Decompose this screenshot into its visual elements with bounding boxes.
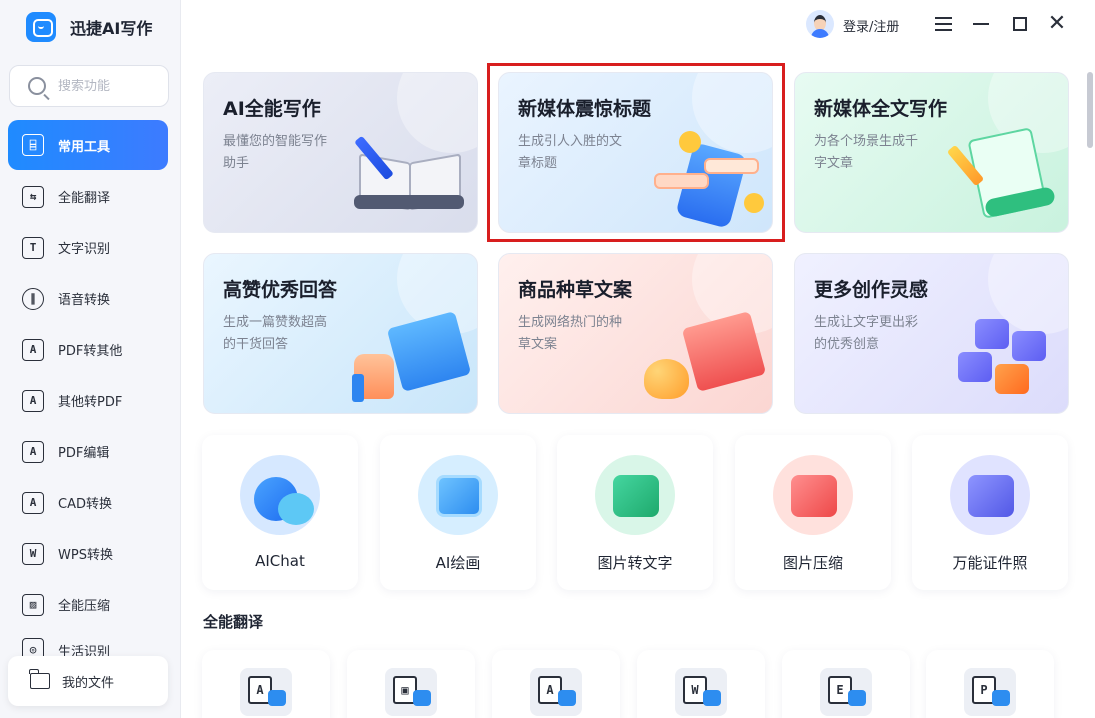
wps-icon: W [22,542,44,565]
minimize-button[interactable] [971,14,991,34]
tool-label: AI绘画 [435,554,481,572]
sidebar-item-label: 全能压缩 [58,599,111,614]
sidebar-item-cad[interactable]: A CAD转换 [8,477,168,528]
brand: 迅捷AI写作 [26,12,152,42]
translate-tool-doc[interactable]: A [202,650,330,718]
sidebar-item-pdf-convert[interactable]: A PDF转其他 [8,324,168,375]
text-recognition-icon: T [22,236,44,259]
search-icon [28,77,46,95]
login-link[interactable]: 登录/注册 [843,16,899,35]
pdf-translate-icon: A [530,668,582,716]
card-title: AI全能写作 [223,98,321,120]
sidebar-item-label: WPS转换 [58,548,113,563]
close-icon: ✕ [1047,11,1067,36]
document-pen-icon [946,127,1065,219]
card-more-inspiration[interactable]: 更多创作灵感 生成让文字更出彩的优秀创意 [794,253,1069,414]
sidebar-item-label: 其他转PDF [58,395,123,410]
app-logo-icon [26,12,56,42]
image-to-text-icon [595,455,675,535]
sidebar-item-common-tools[interactable]: ⌸ 常用工具 [8,120,168,170]
card-ai-writing[interactable]: AI全能写作 最懂您的智能写作助手 [203,72,478,233]
image-compress-icon [773,455,853,535]
tool-aichat[interactable]: AIChat [202,435,358,590]
cad-icon: A [22,491,44,514]
menu-button[interactable] [933,14,953,34]
compress-icon: ▨ [22,593,44,616]
card-product-copy[interactable]: 商品种草文案 生成网络热门的种草文案 [498,253,773,414]
sidebar-item-label: PDF转其他 [58,344,123,359]
folder-icon [29,669,50,689]
sidebar-item-to-pdf[interactable]: A 其他转PDF [8,375,168,426]
ppt-translate-icon: P [964,668,1016,716]
tool-label: AIChat [255,552,305,570]
sidebar-item-translate[interactable]: ⇆ 全能翻译 [8,171,168,222]
tool-image-to-text[interactable]: 图片转文字 [557,435,713,590]
translate-tool-ppt[interactable]: P [926,650,1054,718]
doc-translate-icon: A [240,668,292,716]
tool-ai-painting[interactable]: AI绘画 [380,435,536,590]
toolbox-icon: ⌸ [22,134,44,156]
scrollbar[interactable] [1087,72,1093,148]
sidebar-item-wps[interactable]: W WPS转换 [8,528,168,579]
card-title: 高赞优秀回答 [223,279,338,301]
voice-icon: ∥ [22,287,44,310]
tool-label: 万能证件照 [952,554,1028,572]
image-translate-icon: ▣ [385,668,437,716]
card-top-answer[interactable]: 高赞优秀回答 生成一篇赞数超高的干货回答 [203,253,478,414]
pdf-edit-icon: A [22,440,44,463]
my-files-label: 我的文件 [62,675,115,691]
id-photo-icon [950,455,1030,535]
heart-icon [644,311,769,409]
sidebar-item-label: PDF编辑 [58,446,110,461]
translate-tool-excel[interactable]: E [782,650,910,718]
cubes-icon [950,319,1060,404]
app-name: 迅捷AI写作 [70,19,153,38]
thumbs-up-icon [349,311,474,409]
titlebar: 登录/注册 ✕ [181,0,1095,50]
tool-image-compress[interactable]: 图片压缩 [735,435,891,590]
sidebar-item-label: 文字识别 [58,242,111,257]
card-title: 新媒体全文写作 [814,98,948,120]
sidebar-item-pdf-edit[interactable]: A PDF编辑 [8,426,168,477]
my-files-button[interactable]: 我的文件 [8,656,168,706]
card-desc: 生成一篇赞数超高的干货回答 [223,315,328,352]
tool-label: 图片转文字 [597,554,673,572]
highlight-box [487,63,785,242]
sidebar-item-text-recognition[interactable]: T 文字识别 [8,222,168,273]
card-title: 更多创作灵感 [814,279,929,301]
translate-tool-word[interactable]: W [637,650,765,718]
sidebar-item-compress[interactable]: ▨ 全能压缩 [8,579,168,630]
sidebar-item-label: 全能翻译 [58,191,111,206]
section-title-translate: 全能翻译 [203,613,264,631]
excel-translate-icon: E [820,668,872,716]
avatar[interactable] [806,10,834,38]
search-input[interactable] [58,78,158,94]
card-title: 商品种草文案 [518,279,633,301]
search-box[interactable] [9,65,169,107]
sidebar-nav: ⌸ 常用工具 ⇆ 全能翻译 T 文字识别 ∥ 语音转换 A PDF转其他 A 其… [8,120,168,660]
to-pdf-icon: A [22,389,44,412]
chat-icon [240,455,320,535]
sidebar-item-voice[interactable]: ∥ 语音转换 [8,273,168,324]
maximize-button[interactable] [1010,14,1030,34]
close-button[interactable]: ✕ [1047,11,1067,36]
card-full-article[interactable]: 新媒体全文写作 为各个场景生成千字文章 [794,72,1069,233]
sidebar-item-label: 常用工具 [58,139,111,155]
card-desc: 生成让文字更出彩的优秀创意 [814,315,919,352]
card-desc: 最懂您的智能写作助手 [223,134,328,171]
book-icon [354,135,464,213]
translate-tool-pdf[interactable]: A [492,650,620,718]
word-translate-icon: W [675,668,727,716]
translate-icon: ⇆ [22,185,44,208]
sidebar: 迅捷AI写作 ⌸ 常用工具 ⇆ 全能翻译 T 文字识别 ∥ 语音转换 A PDF… [0,0,181,718]
sidebar-item-label: CAD转换 [58,497,112,512]
translate-tool-image[interactable]: ▣ [347,650,475,718]
tool-id-photo[interactable]: 万能证件照 [912,435,1068,590]
pdf-convert-icon: A [22,338,44,361]
card-desc: 为各个场景生成千字文章 [814,134,919,171]
painting-icon [418,455,498,535]
sidebar-item-label: 语音转换 [58,293,111,308]
card-desc: 生成网络热门的种草文案 [518,315,623,352]
tool-label: 图片压缩 [782,554,843,572]
